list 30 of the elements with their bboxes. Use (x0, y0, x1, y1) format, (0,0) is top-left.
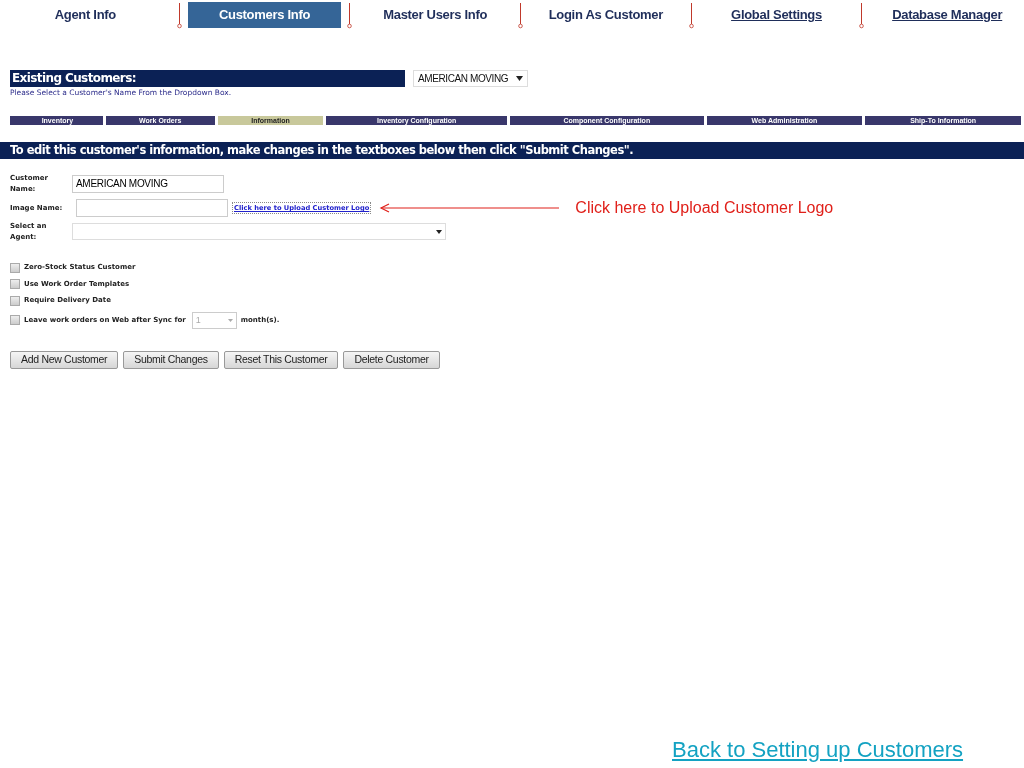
divider-icon (347, 1, 353, 29)
form-button[interactable]: Submit Changes (123, 350, 219, 369)
nav-link[interactable]: Database Manager (870, 2, 1024, 28)
nav-tab[interactable]: Customers Info (187, 2, 342, 28)
customer-dropdown[interactable]: AMERICAN MOVING (413, 70, 528, 87)
caret-icon (227, 318, 233, 322)
divider-icon (518, 1, 523, 29)
nav-tab[interactable]: Login As Customer (529, 2, 683, 28)
text-field[interactable]: AMERICAN MOVING (72, 174, 224, 193)
text-field[interactable] (76, 199, 228, 218)
arrow-icon (379, 203, 560, 214)
checkbox[interactable] (10, 279, 20, 289)
agent-dropdown[interactable] (72, 223, 446, 241)
checkbox[interactable] (10, 262, 20, 273)
divider-icon (859, 1, 865, 29)
instruction-banner: To edit this customer's information, make changes in the textboxes below then click "Submit Changes". (0, 142, 1024, 160)
nav-tab[interactable]: Agent Info (0, 2, 171, 28)
nav-tab[interactable]: Master Users Info (358, 2, 512, 28)
form-button[interactable]: Add New Customer (10, 350, 119, 369)
checkbox[interactable] (10, 315, 20, 326)
divider-icon (176, 1, 182, 29)
nav-link[interactable]: Global Settings (699, 2, 854, 28)
form-button[interactable]: Delete Customer (343, 350, 440, 369)
caret-icon (436, 229, 442, 234)
caret-icon (516, 76, 523, 81)
form-button[interactable]: Reset This Customer (223, 350, 339, 369)
section-header: Existing Customers: (10, 70, 405, 87)
callout-text: Click here to Upload Customer Logo (575, 198, 834, 219)
checkbox[interactable] (10, 295, 20, 306)
divider-icon (688, 1, 694, 29)
